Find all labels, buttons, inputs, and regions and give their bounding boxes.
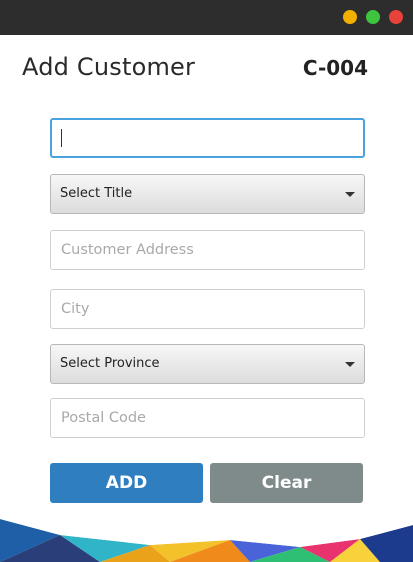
clear-button[interactable]: Clear — [210, 463, 363, 503]
customer-address-placeholder: Customer Address — [61, 242, 194, 258]
province-select-value: Select Province — [60, 356, 160, 371]
title-select[interactable]: Select Title — [50, 174, 365, 214]
postal-code-input[interactable]: Postal Code — [50, 398, 365, 438]
customer-id-label: C-004 — [302, 56, 368, 80]
chevron-down-icon — [345, 192, 355, 197]
add-button[interactable]: ADD — [50, 463, 203, 503]
chevron-down-icon — [345, 362, 355, 367]
maximize-button[interactable] — [366, 10, 380, 24]
decorative-footer-graphic — [0, 519, 413, 562]
customer-address-input[interactable]: Customer Address — [50, 230, 365, 270]
minimize-button[interactable] — [343, 10, 357, 24]
page-title: Add Customer — [22, 53, 196, 81]
close-button[interactable] — [389, 10, 403, 24]
postal-code-placeholder: Postal Code — [61, 410, 146, 426]
city-input[interactable]: City — [50, 289, 365, 329]
customer-name-input[interactable] — [50, 118, 365, 158]
title-bar — [0, 0, 413, 35]
title-select-value: Select Title — [60, 186, 133, 201]
province-select[interactable]: Select Province — [50, 344, 365, 384]
text-caret — [61, 129, 62, 147]
city-placeholder: City — [61, 301, 90, 317]
app-window: Add Customer C-004 Select Title Customer… — [0, 0, 413, 562]
